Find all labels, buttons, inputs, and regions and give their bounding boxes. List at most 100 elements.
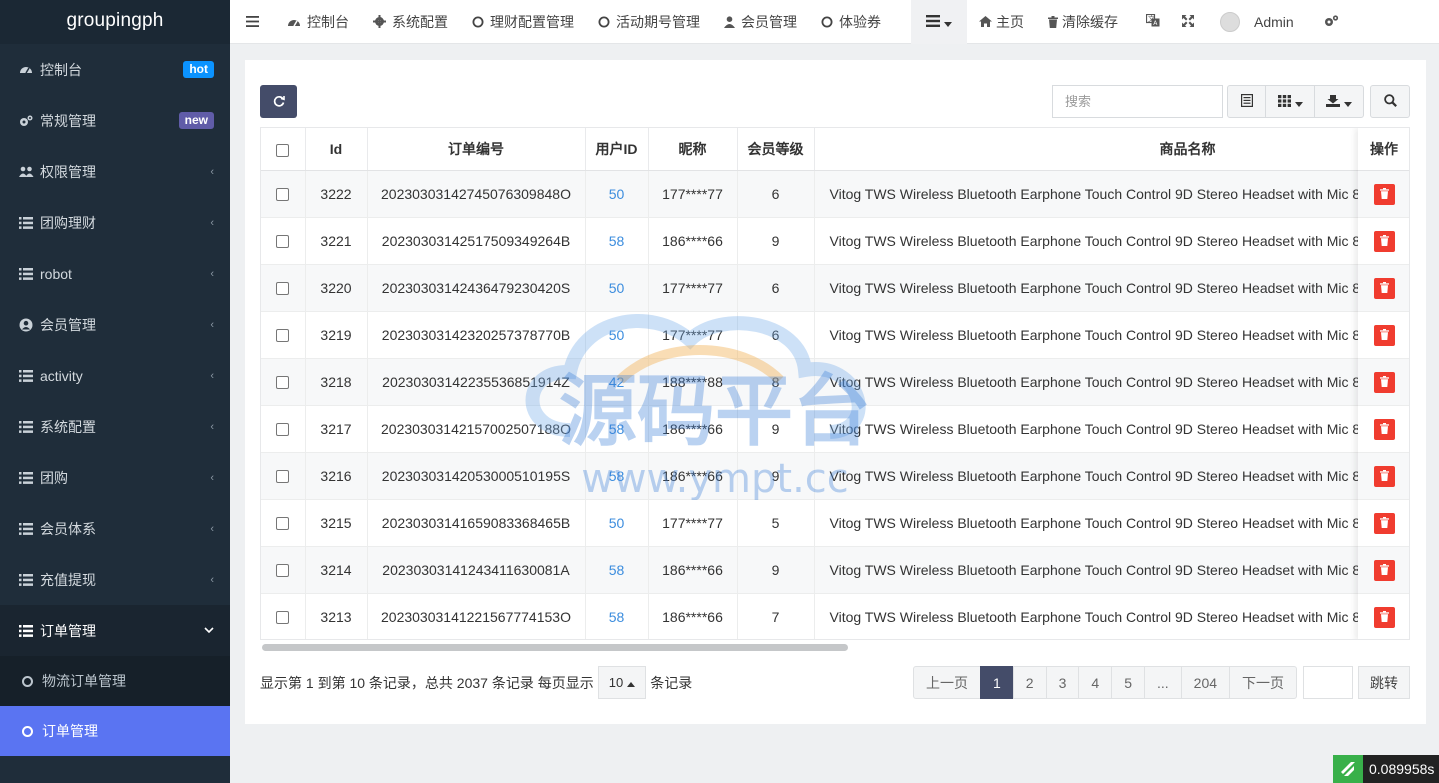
app-logo[interactable]: groupingph: [0, 0, 230, 44]
page-button-2[interactable]: 2: [1012, 666, 1047, 699]
search-input[interactable]: [1052, 85, 1223, 118]
toggle-view-button[interactable]: [1227, 85, 1266, 118]
delete-button[interactable]: [1373, 230, 1395, 252]
tab-members[interactable]: 会员管理: [712, 0, 809, 44]
tab-dashboard[interactable]: 控制台: [275, 0, 361, 44]
table-row[interactable]: 3217 20230303142157002507188O 58 186****66 9…: [261, 405, 1409, 453]
sidebar-subitem-logistics-orders[interactable]: 物流订单管理: [0, 656, 230, 706]
tabs-dropdown-button[interactable]: [911, 0, 967, 44]
user-id-link[interactable]: 50: [585, 499, 649, 547]
tab-system-config[interactable]: 系统配置: [361, 0, 460, 44]
tab-finance-config[interactable]: 理财配置管理: [460, 0, 586, 44]
home-link[interactable]: 主页: [967, 0, 1036, 44]
delete-button[interactable]: [1373, 418, 1395, 440]
export-button[interactable]: [1314, 85, 1364, 118]
tab-coupons[interactable]: 体验券: [809, 0, 911, 44]
clear-cache-label: 清除缓存: [1062, 13, 1118, 30]
user-id-link[interactable]: 58: [585, 452, 649, 500]
table-row[interactable]: 3213 20230303141221567774153O 58 186****66 7…: [261, 593, 1409, 639]
sidebar-item-members[interactable]: 会员管理 ‹: [0, 299, 230, 350]
page-button-1[interactable]: 1: [980, 666, 1014, 699]
column-header-product[interactable]: 商品名称: [814, 128, 1409, 171]
row-checkbox[interactable]: [276, 188, 290, 202]
sidebar-item-group-buy[interactable]: 团购 ‹: [0, 452, 230, 503]
column-header-nickname[interactable]: 昵称: [648, 128, 738, 171]
row-checkbox[interactable]: [276, 611, 290, 625]
sidebar-item-orders[interactable]: 订单管理: [0, 605, 230, 656]
delete-button[interactable]: [1373, 324, 1395, 346]
table-row[interactable]: 3214 20230303141243411630081A 58 186****66 9…: [261, 546, 1409, 594]
page-button-3[interactable]: 3: [1045, 666, 1080, 699]
page-size-select[interactable]: 10: [597, 666, 647, 699]
sidebar-item-system-config[interactable]: 系统配置 ‹: [0, 401, 230, 452]
page-button-4[interactable]: 4: [1078, 666, 1113, 699]
user-id-link[interactable]: 58: [585, 405, 649, 453]
prev-page-button[interactable]: 上一页: [913, 666, 981, 699]
row-checkbox[interactable]: [276, 329, 290, 343]
delete-button[interactable]: [1373, 512, 1395, 534]
table-row[interactable]: 3220 20230303142436479230420S 50 177****77 6…: [261, 264, 1409, 312]
delete-button[interactable]: [1373, 371, 1395, 393]
sidebar-item-general[interactable]: 常规管理 new: [0, 95, 230, 146]
user-id-link[interactable]: 50: [585, 311, 649, 359]
user-menu[interactable]: Admin: [1210, 0, 1308, 44]
table-row[interactable]: 3215 20230303141659083368465B 50 177****77 5…: [261, 499, 1409, 547]
column-header-user-id[interactable]: 用户ID: [585, 128, 649, 171]
table-row[interactable]: 3219 20230303142320257378770B 50 177****77 6…: [261, 311, 1409, 359]
table-row[interactable]: 3216 20230303142053000510195S 58 186****66 9…: [261, 452, 1409, 500]
user-id-link[interactable]: 58: [585, 593, 649, 639]
clear-cache-button[interactable]: 清除缓存: [1036, 0, 1130, 44]
advanced-search-button[interactable]: [1370, 85, 1410, 118]
page-button-5[interactable]: 5: [1111, 666, 1145, 699]
table-row[interactable]: 3218 20230303142235536851914Z 42 188****88 8…: [261, 358, 1409, 406]
select-cell: [261, 452, 306, 500]
row-checkbox[interactable]: [276, 470, 290, 484]
fullscreen-button[interactable]: [1176, 0, 1210, 44]
row-checkbox[interactable]: [276, 376, 290, 390]
user-id-link[interactable]: 58: [585, 546, 649, 594]
column-header-level[interactable]: 会员等级: [737, 128, 815, 171]
refresh-button[interactable]: [260, 85, 297, 118]
row-checkbox[interactable]: [276, 564, 290, 578]
next-page-button[interactable]: 下一页: [1229, 666, 1298, 699]
language-button[interactable]: 文A: [1130, 0, 1176, 44]
sidebar-item-membership[interactable]: 会员体系 ‹: [0, 503, 230, 554]
row-checkbox[interactable]: [276, 282, 290, 296]
sidebar-subitem-orders[interactable]: 订单管理: [0, 706, 230, 756]
table-toolbar: [1227, 85, 1364, 118]
delete-button[interactable]: [1373, 183, 1395, 205]
debug-timer[interactable]: 0.089958s: [1333, 755, 1439, 783]
user-id-link[interactable]: 50: [585, 170, 649, 218]
user-id-link[interactable]: 50: [585, 264, 649, 312]
sidebar-item-robot[interactable]: robot ‹: [0, 248, 230, 299]
columns-button[interactable]: [1265, 85, 1315, 118]
sidebar-item-permissions[interactable]: 权限管理 ‹: [0, 146, 230, 197]
sidebar-item-group-finance[interactable]: 团购理财 ‹: [0, 197, 230, 248]
column-header-order-no[interactable]: 订单编号: [367, 128, 586, 171]
sidebar-item-activity[interactable]: activity ‹: [0, 350, 230, 401]
table-row[interactable]: 3222 20230303142745076309848O 50 177****77 6…: [261, 170, 1409, 218]
horizontal-scrollbar[interactable]: [262, 644, 848, 651]
user-id-link[interactable]: 58: [585, 217, 649, 265]
delete-button[interactable]: [1373, 559, 1395, 581]
table-row[interactable]: 3221 20230303142517509349264B 58 186****66 9…: [261, 217, 1409, 265]
search-icon: [1383, 93, 1397, 110]
jump-page-input[interactable]: [1303, 666, 1353, 699]
row-checkbox[interactable]: [276, 423, 290, 437]
row-checkbox[interactable]: [276, 235, 290, 249]
delete-button[interactable]: [1373, 606, 1395, 628]
delete-button[interactable]: [1373, 277, 1395, 299]
sidebar-toggle-button[interactable]: [230, 0, 275, 44]
jump-button[interactable]: 跳转: [1358, 666, 1410, 699]
delete-button[interactable]: [1373, 465, 1395, 487]
sidebar-item-recharge[interactable]: 充值提现 ‹: [0, 554, 230, 605]
column-header-id[interactable]: Id: [305, 128, 368, 171]
page-button-last[interactable]: 204: [1180, 666, 1231, 699]
tab-activity-periods[interactable]: 活动期号管理: [586, 0, 712, 44]
user-id-link[interactable]: 42: [585, 358, 649, 406]
settings-button[interactable]: [1308, 0, 1351, 44]
row-checkbox[interactable]: [276, 517, 290, 531]
sidebar-item-dashboard[interactable]: 控制台 hot: [0, 44, 230, 95]
orders-table-container[interactable]: Id 订单编号 用户ID 昵称 会员等级 商品名称 3222 2023030314…: [260, 127, 1410, 640]
select-all-checkbox[interactable]: [276, 143, 290, 157]
